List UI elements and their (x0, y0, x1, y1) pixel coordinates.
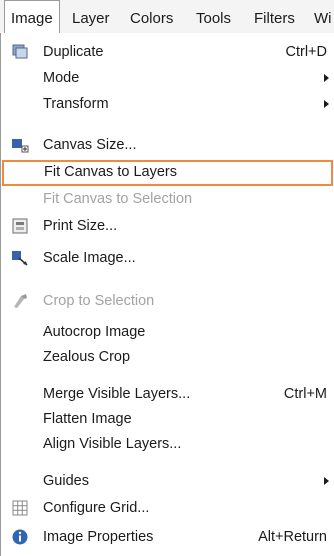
image-dropdown-menu: Duplicate Ctrl+D Mode Transform Canvas S… (0, 33, 334, 556)
duplicate-shortcut: Ctrl+D (285, 44, 328, 60)
menu-item-mode[interactable]: Mode (1, 65, 334, 91)
merge-visible-layers-label: Merge Visible Layers... (43, 386, 191, 402)
menu-item-scale-image[interactable]: Scale Image... (1, 245, 334, 271)
menu-item-zealous-crop[interactable]: Zealous Crop (1, 344, 334, 370)
grid-icon (11, 499, 29, 517)
menu-item-duplicate[interactable]: Duplicate Ctrl+D (1, 39, 334, 65)
fit-canvas-to-layers-label: Fit Canvas to Layers (44, 164, 177, 180)
menu-item-fit-canvas-to-layers[interactable]: Fit Canvas to Layers (2, 160, 333, 186)
guides-label: Guides (43, 473, 89, 489)
menu-item-print-size[interactable]: Print Size... (1, 213, 334, 239)
crop-icon (11, 292, 29, 310)
menu-item-configure-grid[interactable]: Configure Grid... (1, 495, 334, 521)
info-icon (11, 528, 29, 546)
menu-filters[interactable]: Filters (248, 0, 301, 34)
menu-item-guides[interactable]: Guides (1, 468, 334, 494)
fit-canvas-to-selection-label: Fit Canvas to Selection (43, 191, 193, 207)
menu-windows[interactable]: Wi (308, 0, 334, 34)
menu-item-fit-canvas-to-selection: Fit Canvas to Selection (1, 186, 334, 212)
transform-label: Transform (43, 96, 109, 112)
submenu-arrow-icon (324, 74, 329, 82)
submenu-arrow-icon (324, 100, 329, 108)
zealous-crop-label: Zealous Crop (43, 349, 131, 365)
autocrop-image-label: Autocrop Image (43, 324, 146, 340)
configure-grid-label: Configure Grid... (43, 500, 150, 516)
menu-item-autocrop-image[interactable]: Autocrop Image (1, 319, 334, 345)
print-size-icon (11, 217, 29, 235)
menu-item-image-properties[interactable]: Image Properties Alt+Return (1, 524, 334, 550)
menu-image[interactable]: Image (4, 0, 60, 34)
duplicate-label: Duplicate (43, 44, 104, 60)
menu-item-merge-visible-layers[interactable]: Merge Visible Layers... Ctrl+M (1, 381, 334, 407)
image-properties-label: Image Properties (43, 529, 154, 545)
scale-image-label: Scale Image... (43, 250, 136, 266)
duplicate-icon (11, 43, 29, 61)
menu-colors[interactable]: Colors (124, 0, 179, 34)
canvas-size-label: Canvas Size... (43, 137, 137, 153)
mode-label: Mode (43, 70, 80, 86)
align-visible-layers-label: Align Visible Layers... (43, 436, 182, 452)
flatten-image-label: Flatten Image (43, 411, 132, 427)
image-properties-shortcut: Alt+Return (258, 529, 327, 545)
menu-item-flatten-image[interactable]: Flatten Image (1, 406, 334, 432)
menu-item-align-visible-layers[interactable]: Align Visible Layers... (1, 431, 334, 457)
crop-to-selection-label: Crop to Selection (43, 293, 155, 309)
scale-image-icon (11, 249, 29, 267)
submenu-arrow-icon (324, 477, 329, 485)
menu-item-canvas-size[interactable]: Canvas Size... (1, 132, 334, 158)
menu-item-crop-to-selection: Crop to Selection (1, 288, 334, 314)
canvas-size-icon (11, 136, 29, 154)
print-size-label: Print Size... (43, 218, 118, 234)
menu-tools[interactable]: Tools (190, 0, 237, 34)
menu-layer[interactable]: Layer (66, 0, 116, 34)
merge-visible-layers-shortcut: Ctrl+M (283, 386, 327, 402)
menubar: Image Layer Colors Tools Filters Wi (0, 0, 334, 34)
menu-item-transform[interactable]: Transform (1, 91, 334, 117)
